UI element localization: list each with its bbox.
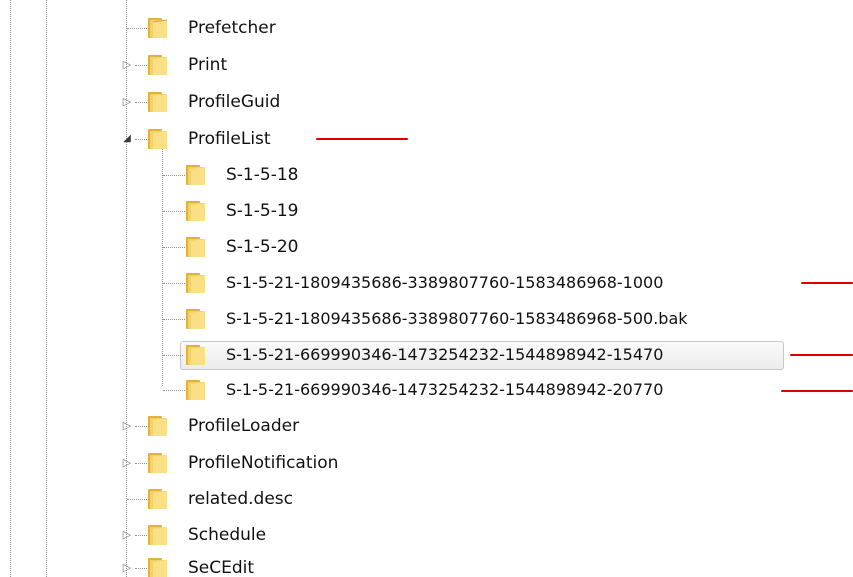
tree-item-label: S-1-5-21-1809435686-3389807760-158348696… (226, 273, 664, 292)
tree-item-label: Print (188, 55, 228, 75)
folder-icon (186, 380, 205, 400)
folder-icon (148, 18, 168, 38)
annotation-underline (790, 354, 853, 356)
expand-arrow-icon[interactable]: ▷ (121, 456, 133, 470)
expand-arrow-icon[interactable]: ▷ (121, 95, 133, 109)
tree-item-sid[interactable]: S-1-5-20 (0, 232, 853, 262)
tree-connector (163, 355, 183, 356)
tree-connector (163, 211, 185, 212)
expand-arrow-icon[interactable]: ▷ (121, 528, 133, 542)
tree-item-label: ProfileGuid (188, 92, 281, 112)
tree-item-label: S-1-5-18 (226, 165, 299, 185)
tree-connector (135, 568, 147, 569)
expand-arrow-icon[interactable] (121, 492, 133, 506)
tree-connector (135, 65, 147, 66)
tree-item-profilelist[interactable]: ◢ ProfileList (0, 124, 853, 154)
tree-item-sid-selected[interactable]: S-1-5-21-669990346-1473254232-1544898942… (0, 340, 853, 370)
tree-item-label: ProfileList (188, 129, 271, 149)
tree-item-label: S-1-5-21-1809435686-3389807760-158348696… (226, 309, 688, 328)
tree-connector (135, 139, 147, 140)
folder-icon (148, 525, 167, 545)
tree-item-profilenotification[interactable]: ▷ ProfileNotification (0, 448, 853, 478)
folder-icon (186, 201, 205, 221)
tree-connector (163, 390, 185, 391)
folder-icon (148, 453, 167, 473)
folder-icon (148, 55, 167, 75)
tree-item-schedule[interactable]: ▷ Schedule (0, 520, 853, 550)
folder-icon (186, 273, 205, 293)
tree-item-secedit[interactable]: ▷ SeCEdit (0, 553, 853, 577)
expand-arrow-icon[interactable]: ▷ (121, 561, 133, 575)
folder-icon (186, 237, 205, 257)
tree-item-label: related.desc (188, 489, 293, 509)
folder-icon (186, 309, 205, 329)
folder-icon (148, 489, 167, 509)
tree-connector (163, 283, 185, 284)
folder-icon (186, 165, 205, 185)
tree-item-label: ProfileLoader (188, 416, 300, 436)
tree-item-label: Prefetcher (188, 18, 276, 38)
tree-item-sid[interactable]: S-1-5-21-669990346-1473254232-1544898942… (0, 375, 853, 405)
folder-icon (148, 129, 167, 149)
tree-connector (135, 426, 147, 427)
tree-item-profileguid[interactable]: ▷ ProfileGuid (0, 87, 853, 117)
folder-icon (148, 558, 167, 577)
expand-arrow-icon[interactable]: ▷ (121, 419, 133, 433)
tree-item-label: ProfileNotification (188, 453, 339, 473)
tree-item-prefetcher[interactable]: Prefetcher (0, 13, 853, 43)
tree-item-label: SeCEdit (188, 558, 255, 577)
tree-connector (135, 463, 147, 464)
folder-icon (148, 92, 167, 112)
tree-item-label: S-1-5-21-669990346-1473254232-1544898942… (226, 380, 664, 399)
tree-connector (135, 535, 147, 536)
tree-connector (163, 175, 185, 176)
expand-arrow-icon[interactable]: ▷ (121, 58, 133, 72)
folder-icon (186, 345, 205, 365)
tree-item-print[interactable]: ▷ Print (0, 50, 853, 80)
tree-item-profileloader[interactable]: ▷ ProfileLoader (0, 411, 853, 441)
tree-item-sid[interactable]: S-1-5-18 (0, 160, 853, 190)
tree-connector (163, 319, 185, 320)
tree-item-label: S-1-5-20 (226, 237, 299, 257)
tree-item-label: S-1-5-19 (226, 201, 299, 221)
tree-item-sid[interactable]: S-1-5-19 (0, 196, 853, 226)
annotation-underline (801, 282, 853, 284)
tree-item-related-desc[interactable]: related.desc (0, 484, 853, 514)
tree-item-sid[interactable]: S-1-5-21-1809435686-3389807760-158348696… (0, 304, 853, 334)
tree-connector (163, 247, 185, 248)
tree-connector (135, 102, 147, 103)
registry-tree-view: Prefetcher ▷ Print ▷ ProfileGuid ◢ Profi… (0, 0, 853, 577)
tree-item-label: S-1-5-21-669990346-1473254232-1544898942… (226, 345, 664, 364)
annotation-underline (316, 138, 408, 140)
expand-arrow-icon[interactable] (121, 21, 133, 35)
tree-item-sid[interactable]: S-1-5-21-1809435686-3389807760-158348696… (0, 268, 853, 298)
folder-icon (148, 416, 167, 436)
tree-item-label: Schedule (188, 525, 267, 545)
collapse-arrow-icon[interactable]: ◢ (121, 132, 133, 146)
annotation-underline (781, 390, 853, 392)
